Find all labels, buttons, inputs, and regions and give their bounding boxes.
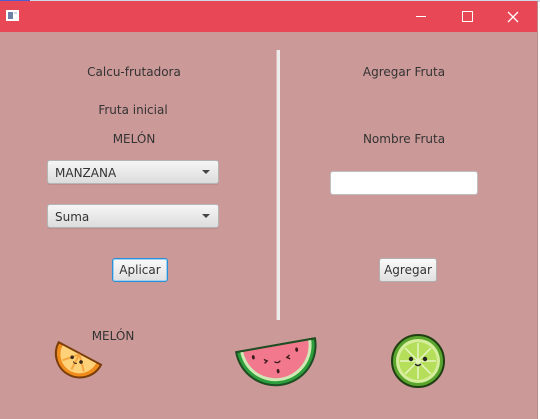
fruit-select-value: MANZANA (55, 166, 117, 180)
fruit-name-label: Nombre Fruta (362, 132, 446, 146)
minimize-button[interactable] (398, 1, 444, 32)
fruit-select[interactable]: MANZANA (47, 160, 219, 184)
minimize-icon (416, 16, 426, 17)
initial-fruit-value: MELÓN (112, 132, 156, 146)
maximize-button[interactable] (444, 1, 490, 32)
maximize-icon (461, 11, 473, 22)
calculator-heading: Calcu-frutadora (87, 65, 181, 79)
add-fruit-heading: Agregar Fruta (362, 65, 446, 79)
operation-select-value: Suma (55, 210, 90, 224)
operation-select[interactable]: Suma (47, 204, 219, 228)
title-bar[interactable] (0, 1, 537, 32)
app-window: Calcu-frutadora Fruta inicial MELÓN MANZ… (0, 1, 538, 419)
chevron-down-icon (202, 170, 210, 174)
app-icon (6, 10, 19, 21)
watermelon-slice-icon (235, 337, 317, 387)
add-button[interactable]: Agregar (379, 258, 437, 282)
close-button[interactable] (490, 1, 536, 32)
panel-divider (276, 50, 280, 320)
orange-slice-icon (54, 340, 103, 379)
initial-fruit-label: Fruta inicial (98, 103, 168, 117)
apply-button[interactable]: Aplicar (112, 258, 168, 282)
fruit-name-input[interactable] (330, 171, 478, 195)
lime-slice-icon (391, 334, 445, 388)
close-icon (507, 11, 519, 22)
chevron-down-icon (202, 214, 210, 218)
